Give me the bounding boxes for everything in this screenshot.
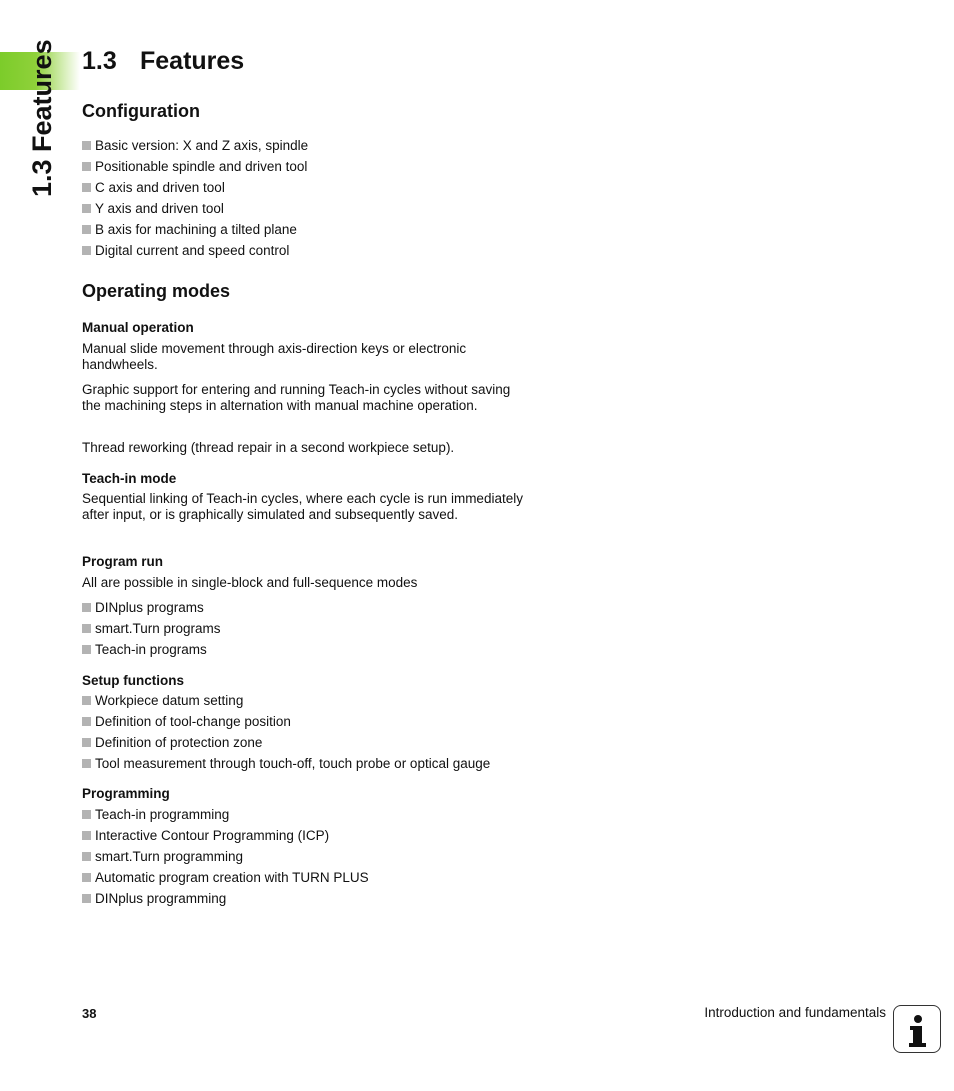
list-item: smart.Turn programming bbox=[82, 849, 243, 864]
list-item: Positionable spindle and driven tool bbox=[82, 159, 307, 174]
section-title: Features bbox=[140, 47, 245, 75]
manual-operation-heading: Manual operation bbox=[82, 320, 194, 335]
list-item: DINplus programs bbox=[82, 600, 204, 615]
chapter-title: Introduction and fundamentals bbox=[704, 1005, 886, 1020]
paragraph: Graphic support for entering and running… bbox=[82, 382, 511, 413]
list-item: Tool measurement through touch-off, touc… bbox=[82, 756, 490, 771]
list-item: Digital current and speed control bbox=[82, 243, 289, 258]
list-item: smart.Turn programs bbox=[82, 621, 221, 636]
list-item: DINplus programming bbox=[82, 891, 226, 906]
list-item: Teach-in programming bbox=[82, 807, 229, 822]
page-number: 38 bbox=[82, 1006, 97, 1021]
list-item: Interactive Contour Programming (ICP) bbox=[82, 828, 329, 843]
list-item: Definition of tool-change position bbox=[82, 714, 291, 729]
list-item: Definition of protection zone bbox=[82, 735, 262, 750]
section-number: 1.3 bbox=[82, 47, 117, 75]
paragraph: Manual slide movement through axis-direc… bbox=[82, 341, 467, 372]
paragraph: Sequential linking of Teach-in cycles, w… bbox=[82, 491, 523, 522]
page: 1.3 Features 1.3 Features Configuration B… bbox=[0, 0, 954, 1091]
list-item: Workpiece datum setting bbox=[82, 693, 243, 708]
operating-modes-heading: Operating modes bbox=[82, 281, 231, 301]
list-item: Basic version: X and Z axis, spindle bbox=[82, 138, 308, 153]
info-icon bbox=[893, 1005, 941, 1053]
setup-functions-heading: Setup functions bbox=[82, 673, 184, 688]
paragraph: All are possible in single-block and ful… bbox=[82, 575, 418, 590]
list-item: Y axis and driven tool bbox=[82, 201, 224, 216]
teach-in-heading: Teach-in mode bbox=[82, 471, 177, 486]
programming-heading: Programming bbox=[82, 786, 170, 801]
list-item: Automatic program creation with TURN PLU… bbox=[82, 870, 369, 885]
list-item: Teach-in programs bbox=[82, 642, 207, 657]
side-section-title: 1.3 Features bbox=[27, 39, 57, 197]
list-item: C axis and driven tool bbox=[82, 180, 225, 195]
configuration-heading: Configuration bbox=[82, 101, 200, 121]
page-title: 1.3 Features bbox=[82, 47, 244, 76]
list-item: B axis for machining a tilted plane bbox=[82, 222, 297, 237]
program-run-heading: Program run bbox=[82, 554, 164, 569]
paragraph: Thread reworking (thread repair in a sec… bbox=[82, 440, 455, 455]
